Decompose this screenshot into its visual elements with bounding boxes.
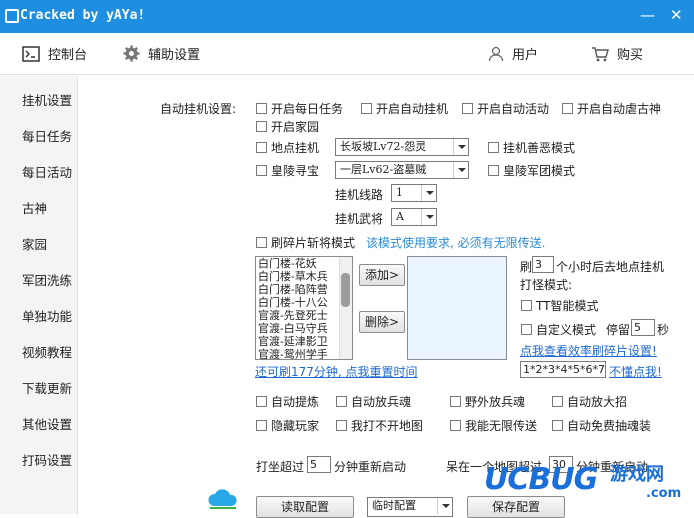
console-tab[interactable]: 控制台 [22,44,87,63]
user-icon [488,46,504,61]
idle-a-label: 打坐超过 [256,460,305,474]
sidebar-item-captcha[interactable]: 打码设置 [22,450,72,469]
tomb-select[interactable]: 一层Lv62-盗墓贼 [335,161,469,179]
watermark-url: .com [646,486,682,501]
hide-players-checkbox[interactable]: 隐藏玩家 [256,417,319,434]
sidebar-item-legion[interactable]: 军团洗练 [22,270,72,289]
tomb-legion-checkbox[interactable]: 皇陵军团模式 [488,162,575,179]
watermark-logo: UCBUG 游戏网 .com [476,454,694,514]
idle-b-label: 分钟重新启动 [334,460,407,474]
stay-input[interactable]: 5 [631,319,655,336]
sidebar: 挂机设置 每日任务 每日活动 古神 家园 军团洗练 单独功能 视频教程 下载更新… [0,76,237,514]
refresh-suffix: 个小时后去地点挂机 [556,260,665,274]
general-select[interactable]: A [391,208,437,226]
user-label: 用户 [512,48,539,63]
reset-time-link[interactable]: 还可刷177分钟, 点我重置时间 [255,363,418,380]
list-item[interactable]: 官渡-先登死士 [256,309,352,322]
efficiency-link[interactable]: 点我查看效率刷碎片设置! [520,342,657,359]
toolbar: 控制台 辅助设置 用户 购买 [0,33,694,75]
list-item[interactable]: 官渡-鸳州学手 [256,348,352,359]
spot-idle-checkbox[interactable]: 地点挂机 [256,139,319,156]
tomb-checkbox[interactable]: 皇陵寻宝 [256,162,319,179]
list-item[interactable]: 白门楼-陷阵营 [256,283,352,296]
shard-mode-checkbox[interactable]: 刷碎片斩将模式 [256,234,355,251]
auto-ultimate-checkbox[interactable]: 自动放大招 [552,393,627,410]
sidebar-item-daily-tasks[interactable]: 每日任务 [22,126,72,145]
line-select[interactable]: 1 [391,184,437,202]
help-link[interactable]: 不懂点我! [609,363,662,380]
list-item[interactable]: 白门楼-十八公 [256,296,352,309]
list-scrollbar[interactable] [339,257,352,359]
sidebar-item-daily-events[interactable]: 每日活动 [22,162,72,181]
console-label: 控制台 [48,48,88,63]
sidebar-item-single[interactable]: 单独功能 [22,306,72,325]
config-select[interactable]: 临时配置 [367,497,453,517]
custom-mode-checkbox[interactable]: 自定义模式 [521,321,596,338]
refresh-hours-input[interactable]: 3 [532,256,554,273]
field-soul-checkbox[interactable]: 野外放兵魂 [450,393,525,410]
assist-settings-tab[interactable]: 辅助设置 [123,44,200,63]
selected-list[interactable] [407,256,507,360]
auto-event-checkbox[interactable]: 开启自动活动 [462,100,549,117]
auto-refine-checkbox[interactable]: 自动提炼 [256,393,319,410]
list-item[interactable]: 白门楼-花妖 [256,257,352,270]
sidebar-item-other[interactable]: 其他设置 [22,414,72,433]
skill-keys-input[interactable]: 1*2*3*4*5*6*7 [520,361,606,378]
line-label: 挂机线路 [335,188,384,202]
buy-tab[interactable]: 购买 [591,44,643,63]
auto-idle-heading: 自动挂机设置: [160,102,237,116]
app-icon [5,9,19,23]
auto-idle-checkbox[interactable]: 开启自动挂机 [361,100,448,117]
sidebar-item-videos[interactable]: 视频教程 [22,342,72,361]
delete-button[interactable]: 删除> [359,311,405,333]
title-bar: Cracked by yAYa! — ✕ [0,0,694,33]
close-button[interactable]: ✕ [670,8,683,23]
sidebar-item-ancient-god[interactable]: 古神 [22,198,47,217]
minimize-button[interactable]: — [640,8,655,23]
shard-mode-note: 该模式使用要求, 必须有无限传送. [366,236,546,250]
auto-soul-checkbox[interactable]: 自动放兵魂 [336,393,411,410]
list-item[interactable]: 白门楼-草木兵 [256,270,352,283]
cart-icon [592,46,609,61]
spot-select[interactable]: 长坂坡Lv72-怨灵 [335,138,469,156]
stay-label: 停留 [606,323,631,337]
read-config-button[interactable]: 读取配置 [256,496,354,518]
gear-icon [123,45,140,62]
buy-label: 购买 [617,48,644,63]
add-button[interactable]: 添加> [359,264,405,286]
infinite-teleport-checkbox[interactable]: 我能无限传送 [450,417,537,434]
combat-mode-label: 打怪模式: [520,278,573,292]
general-label: 挂机武将 [335,212,384,226]
sidebar-item-update[interactable]: 下载更新 [22,378,72,397]
list-item[interactable]: 官渡-白马守兵 [256,322,352,335]
sidebar-item-idle-settings[interactable]: 挂机设置 [22,90,72,109]
refresh-label: 刷 [520,260,533,274]
evil-mode-checkbox[interactable]: 挂机善恶模式 [488,139,575,156]
free-draw-checkbox[interactable]: 自动免费抽魂装 [552,417,651,434]
assist-label: 辅助设置 [148,48,201,63]
sidebar-item-home[interactable]: 家园 [22,234,47,253]
watermark-cn: 游戏网 [610,464,664,485]
home-checkbox[interactable]: 开启家园 [256,118,319,135]
user-tab[interactable]: 用户 [488,44,538,63]
map-list[interactable]: 白门楼-花妖 白门楼-草木兵 白门楼-陷阵营 白门楼-十八公 官渡-先登死士 官… [255,256,353,360]
daily-task-checkbox[interactable]: 开启每日任务 [256,100,343,117]
stay-unit: 秒 [657,323,670,337]
settings-panel: 自动挂机设置: 开启每日任务 开启自动挂机 开启自动活动 开启自动虐古神 开启家… [78,76,694,518]
no-map-checkbox[interactable]: 我打不开地图 [336,417,423,434]
idle-minutes-input[interactable]: 5 [307,456,331,473]
console-icon [22,45,40,62]
list-item[interactable]: 官渡-延津影卫 [256,335,352,348]
tt-mode-checkbox[interactable]: TT智能模式 [521,297,598,314]
watermark-brand: UCBUG [484,462,598,497]
window-title: Cracked by yAYa! [20,8,146,23]
auto-ancient-god-checkbox[interactable]: 开启自动虐古神 [562,100,661,117]
